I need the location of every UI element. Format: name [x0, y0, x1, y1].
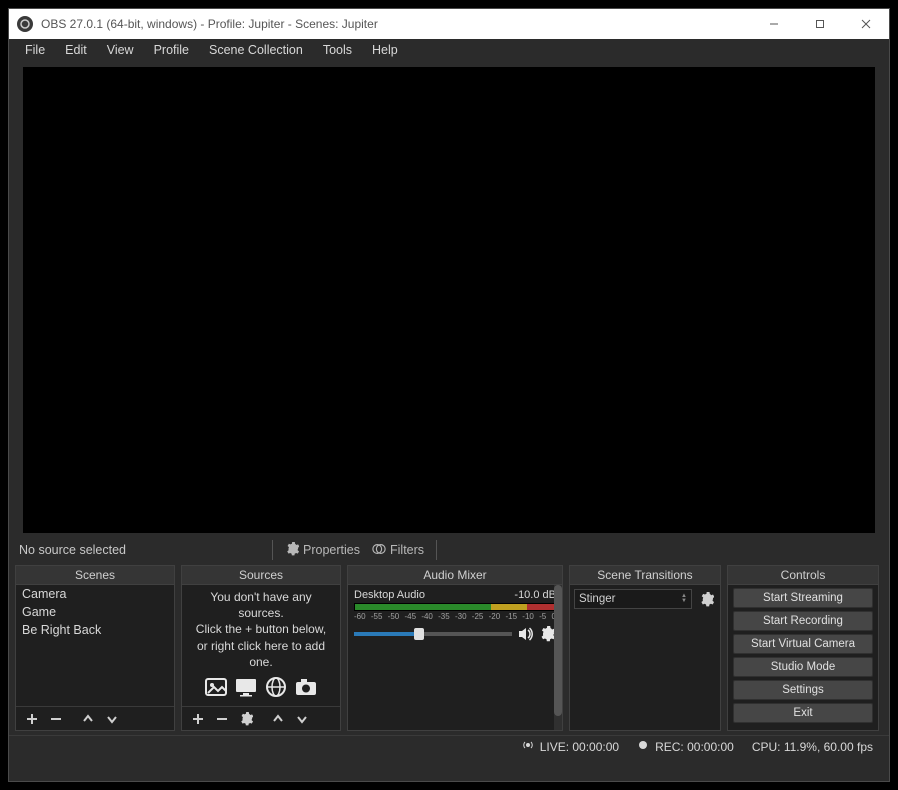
- volume-slider[interactable]: [354, 632, 512, 636]
- menu-edit[interactable]: Edit: [55, 41, 97, 59]
- rec-status: REC: 00:00:00: [637, 739, 734, 754]
- remove-scene-button[interactable]: [44, 708, 68, 730]
- gear-icon: [285, 542, 299, 559]
- sources-panel: Sources You don't have any sources. Clic…: [181, 565, 341, 731]
- sources-header[interactable]: Sources: [181, 565, 341, 585]
- transitions-panel: Scene Transitions Stinger ▲▼: [569, 565, 721, 731]
- docked-panels: Scenes Camera Game Be Right Back Sources: [9, 565, 889, 735]
- app-window: OBS 27.0.1 (64-bit, windows) - Profile: …: [8, 8, 890, 782]
- display-source-icon: [234, 676, 258, 702]
- preview-canvas[interactable]: [23, 67, 875, 533]
- source-selection-status: No source selected: [19, 543, 126, 557]
- menu-tools[interactable]: Tools: [313, 41, 362, 59]
- menu-scene-collection[interactable]: Scene Collection: [199, 41, 313, 59]
- settings-button[interactable]: Settings: [733, 680, 873, 700]
- filters-button[interactable]: Filters: [366, 540, 430, 561]
- toolbar-separator: [436, 540, 437, 560]
- sources-footer: [182, 706, 340, 730]
- source-toolbar: No source selected Properties Filters: [9, 535, 889, 565]
- remove-source-button[interactable]: [210, 708, 234, 730]
- record-icon: [637, 739, 649, 754]
- move-source-down-button[interactable]: [290, 708, 314, 730]
- mixer-track-name: Desktop Audio: [354, 589, 425, 601]
- minimize-button[interactable]: [751, 9, 797, 39]
- scene-item[interactable]: Be Right Back: [16, 621, 174, 639]
- add-source-button[interactable]: [186, 708, 210, 730]
- scene-list[interactable]: Camera Game Be Right Back: [16, 585, 174, 706]
- titlebar: OBS 27.0.1 (64-bit, windows) - Profile: …: [9, 9, 889, 39]
- menu-file[interactable]: File: [15, 41, 55, 59]
- live-status: LIVE: 00:00:00: [522, 739, 619, 754]
- move-source-up-button[interactable]: [266, 708, 290, 730]
- start-recording-button[interactable]: Start Recording: [733, 611, 873, 631]
- camera-source-icon: [294, 676, 318, 702]
- updown-icon: ▲▼: [681, 594, 687, 604]
- menu-profile[interactable]: Profile: [144, 41, 199, 59]
- scenes-footer: [16, 706, 174, 730]
- move-scene-down-button[interactable]: [100, 708, 124, 730]
- exit-button[interactable]: Exit: [733, 703, 873, 723]
- menu-view[interactable]: View: [97, 41, 144, 59]
- add-scene-button[interactable]: [20, 708, 44, 730]
- transition-select[interactable]: Stinger ▲▼: [574, 589, 692, 609]
- menu-help[interactable]: Help: [362, 41, 408, 59]
- sources-empty-state[interactable]: You don't have any sources. Click the + …: [182, 585, 340, 706]
- studio-mode-button[interactable]: Studio Mode: [733, 657, 873, 677]
- controls-header[interactable]: Controls: [727, 565, 879, 585]
- browser-source-icon: [264, 676, 288, 702]
- transitions-header[interactable]: Scene Transitions: [569, 565, 721, 585]
- mute-button[interactable]: [516, 625, 534, 643]
- broadcast-icon: [522, 739, 534, 754]
- scene-item[interactable]: Camera: [16, 585, 174, 603]
- status-bar: LIVE: 00:00:00 REC: 00:00:00 CPU: 11.9%,…: [9, 735, 889, 757]
- window-title: OBS 27.0.1 (64-bit, windows) - Profile: …: [41, 17, 751, 31]
- properties-button[interactable]: Properties: [279, 540, 366, 561]
- start-virtual-camera-button[interactable]: Start Virtual Camera: [733, 634, 873, 654]
- obs-logo-icon: [17, 16, 33, 32]
- audio-meter: [354, 603, 556, 611]
- audio-mixer-panel: Audio Mixer Desktop Audio -10.0 dB -60-5…: [347, 565, 563, 731]
- transition-settings-button[interactable]: [696, 589, 716, 609]
- scenes-header[interactable]: Scenes: [15, 565, 175, 585]
- mixer-db-value: -10.0 dB: [514, 589, 556, 601]
- controls-panel: Controls Start Streaming Start Recording…: [727, 565, 879, 731]
- cpu-status: CPU: 11.9%, 60.00 fps: [752, 740, 873, 754]
- close-button[interactable]: [843, 9, 889, 39]
- scenes-panel: Scenes Camera Game Be Right Back: [15, 565, 175, 731]
- move-scene-up-button[interactable]: [76, 708, 100, 730]
- mixer-scrollbar[interactable]: [554, 585, 562, 730]
- preview-area: [9, 61, 889, 535]
- mixer-tick-labels: -60-55-50-45-40-35-30-25-20-15-10-50: [354, 612, 556, 621]
- toolbar-separator: [272, 540, 273, 560]
- image-source-icon: [204, 676, 228, 702]
- mixer-header[interactable]: Audio Mixer: [347, 565, 563, 585]
- start-streaming-button[interactable]: Start Streaming: [733, 588, 873, 608]
- filters-icon: [372, 542, 386, 559]
- maximize-button[interactable]: [797, 9, 843, 39]
- scene-item[interactable]: Game: [16, 603, 174, 621]
- menubar: File Edit View Profile Scene Collection …: [9, 39, 889, 61]
- source-properties-button[interactable]: [234, 708, 258, 730]
